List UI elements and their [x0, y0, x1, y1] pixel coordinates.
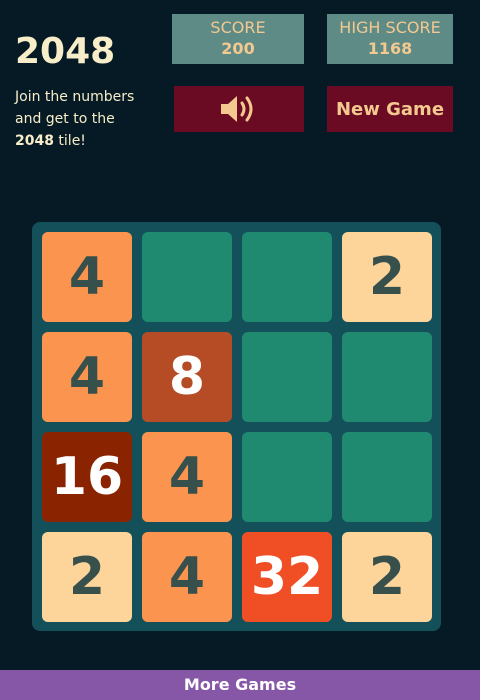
intro-prefix: Join the numbers and get to the — [15, 89, 135, 127]
tile-2: 2 — [42, 532, 132, 622]
grid-cell — [242, 232, 332, 322]
tile-4: 4 — [142, 432, 232, 522]
grid-cell — [342, 432, 432, 522]
speaker-volume-icon — [221, 96, 253, 122]
score-box: SCORE 200 — [172, 14, 304, 64]
high-score-label: HIGH SCORE — [339, 18, 441, 37]
game-screen: 2048 Join the numbers and get to the 204… — [0, 0, 480, 700]
score-value: 200 — [221, 39, 255, 58]
intro-suffix: tile! — [53, 133, 86, 149]
high-score-value: 1168 — [367, 39, 413, 58]
tile-4: 4 — [42, 232, 132, 322]
tile-4: 4 — [42, 332, 132, 422]
grid-cell — [142, 232, 232, 322]
tile-8: 8 — [142, 332, 232, 422]
high-score-box: HIGH SCORE 1168 — [327, 14, 453, 64]
tile-4: 4 — [142, 532, 232, 622]
tile-2: 2 — [342, 232, 432, 322]
sound-toggle-button[interactable] — [174, 86, 304, 132]
grid-cell — [242, 432, 332, 522]
more-games-button[interactable]: More Games — [0, 670, 480, 700]
tile-2: 2 — [342, 532, 432, 622]
intro-text: Join the numbers and get to the 2048 til… — [15, 86, 140, 152]
game-title: 2048 — [15, 31, 116, 72]
game-board[interactable]: 4 2 4 8 16 4 2 4 32 2 — [32, 222, 441, 631]
intro-bold: 2048 — [15, 133, 54, 149]
score-label: SCORE — [210, 18, 266, 37]
tile-16: 16 — [42, 432, 132, 522]
tile-32: 32 — [242, 532, 332, 622]
grid-cell — [242, 332, 332, 422]
new-game-button[interactable]: New Game — [327, 86, 453, 132]
grid-cell — [342, 332, 432, 422]
